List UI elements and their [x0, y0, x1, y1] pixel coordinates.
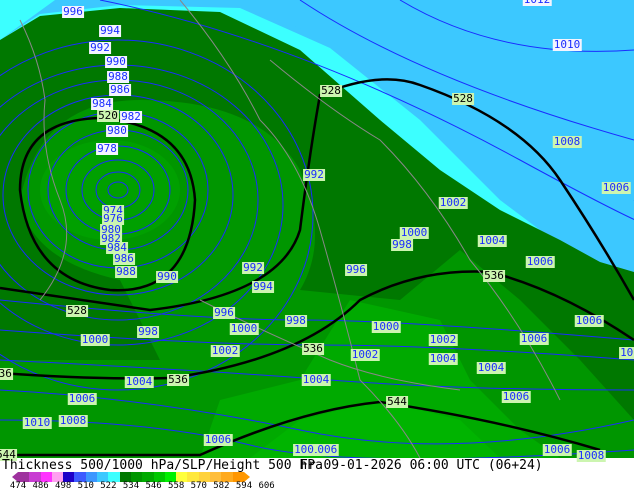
isobar-label: 994 [252, 280, 274, 293]
isobar-label: 998 [285, 314, 307, 327]
thickness-label: 528 [66, 304, 88, 317]
isobar-label: 1004 [124, 375, 154, 388]
map-canvas [0, 0, 634, 458]
legend-tick-label: 522 [100, 481, 117, 490]
legend-tick-label: 546 [145, 481, 162, 490]
isobar-label: 1000 [371, 320, 401, 333]
isobar-label: 1002 [210, 344, 240, 357]
isobar-label: 986 [113, 252, 135, 265]
isobar-label: 1004 [477, 234, 507, 247]
isobar-label: 1006 [542, 443, 572, 456]
thickness-label: 520 [97, 109, 119, 122]
isobar-label: 998 [391, 238, 413, 251]
isobar-label: 1012 [522, 0, 552, 6]
isobar-label: 1004 [476, 361, 506, 374]
isobar-label: 1002 [350, 348, 380, 361]
isobar-label: 988 [107, 70, 129, 83]
thickness-label: 536 [0, 368, 13, 380]
isobar-label: 994 [99, 24, 121, 37]
isobar-label: 996 [213, 306, 235, 319]
legend-tick-label: 558 [168, 481, 185, 490]
isobar-label: 992 [242, 261, 264, 274]
isobar-label: 988 [115, 265, 137, 278]
isobar-label: 1000 [229, 322, 259, 335]
isobar-label: 982 [120, 110, 142, 123]
legend-tick-label: 474 [9, 481, 27, 490]
thickness-label: 528 [320, 84, 342, 97]
legend-tick-label: 594 [235, 481, 253, 490]
thickness-label: 528 [452, 92, 474, 105]
isobar-label: 1010 [22, 416, 52, 429]
legend-tick-label: 510 [77, 481, 94, 490]
isobar-label: 990 [105, 55, 127, 68]
thickness-label: 536 [483, 269, 505, 282]
isobar-label: 1006 [519, 332, 549, 345]
isobar-label: 1008 [576, 449, 606, 462]
isobar-label: 1000 [80, 333, 110, 346]
legend-tick-label: 582 [213, 481, 230, 490]
chart-title: Thickness 500/1000 hPa/SLP/Height 500 hP… [2, 458, 323, 473]
isobar-label: 1006 [525, 255, 555, 268]
isobar-label: 1006 [601, 181, 631, 194]
isobar-label: 986 [109, 83, 131, 96]
isobar-label: 980 [106, 124, 128, 137]
isobar-label: 990 [156, 270, 178, 283]
isobar-label: 100 [293, 443, 315, 456]
isobar-label: 996 [62, 5, 84, 18]
isobar-label: 1006 [574, 314, 604, 327]
thickness-label: 536 [302, 342, 324, 355]
isobar-label: 1006 [501, 390, 531, 403]
isobar-label: 1002 [438, 196, 468, 209]
isobar-label: 100 [619, 347, 634, 359]
legend-tick-label: 498 [55, 481, 72, 490]
isobar-label: 1004 [301, 373, 331, 386]
isobar-label: 1008 [58, 414, 88, 427]
isobar-label: 978 [96, 142, 118, 155]
isobar-label: 992 [303, 168, 325, 181]
legend-tick-label: 570 [190, 481, 207, 490]
isobar-label: 1010 [552, 38, 582, 51]
isobar-label: 1002 [428, 333, 458, 346]
legend-tick-label: 486 [32, 481, 49, 490]
legend-tick-label: 606 [258, 481, 275, 490]
thickness-label: 536 [167, 373, 189, 386]
isobar-label: 1004 [428, 352, 458, 365]
weather-map-chart: 996 994 992 990 988 986 984 982 980 978 … [0, 0, 634, 490]
isobar-label: 1008 [552, 135, 582, 148]
isobar-label: 1006 [67, 392, 97, 405]
valid-datetime: Fr 09-01-2026 06:00 UTC (06+24) [300, 458, 543, 473]
isobar-label: 1006 [203, 433, 233, 446]
isobar-label: 992 [89, 41, 111, 54]
legend-tick-label: 534 [122, 481, 140, 490]
thickness-label: 544 [386, 395, 408, 408]
isobar-label: 996 [345, 263, 367, 276]
isobar-label: 998 [137, 325, 159, 338]
